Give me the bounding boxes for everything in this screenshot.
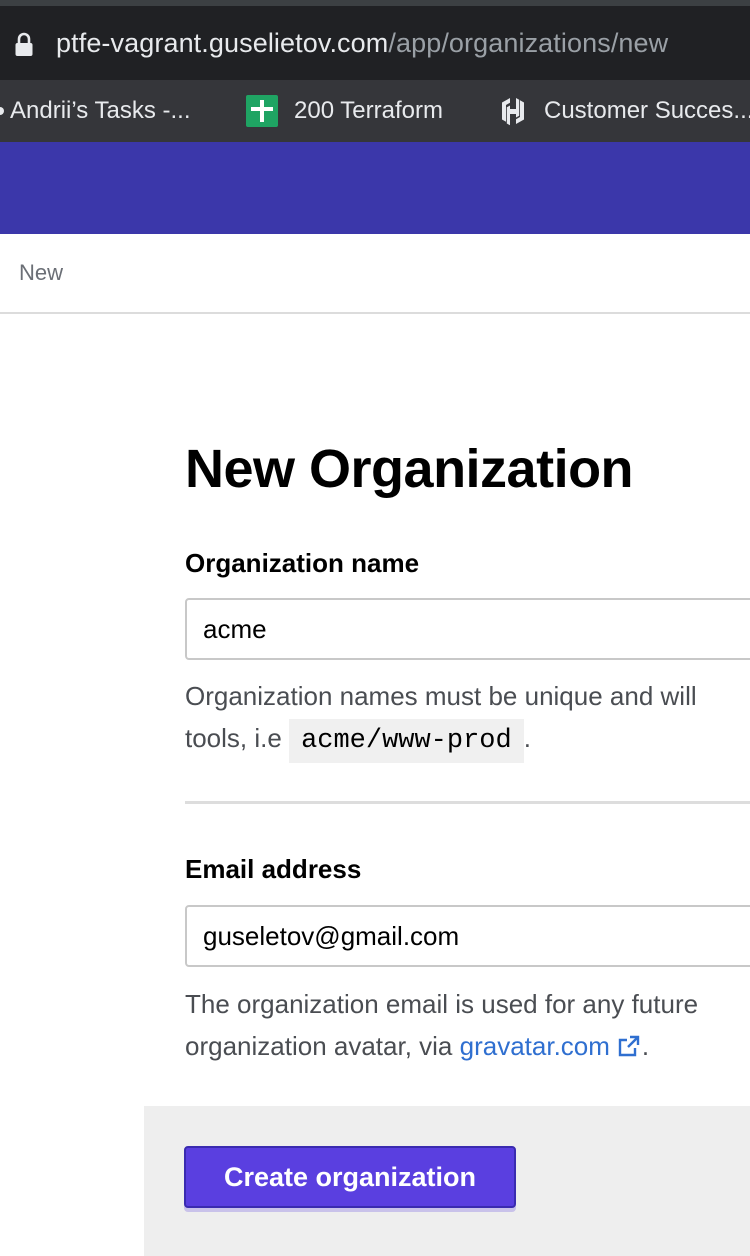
create-organization-button[interactable]: Create organization xyxy=(184,1146,516,1208)
url-path: /app/organizations/new xyxy=(388,28,669,58)
lock-icon xyxy=(15,32,33,56)
org-name-label: Organization name xyxy=(185,548,420,578)
gravatar-link-label: gravatar.com xyxy=(459,1031,610,1061)
bullet-icon xyxy=(0,107,4,115)
org-name-input[interactable] xyxy=(185,598,750,660)
email-help: The organization email is used for any f… xyxy=(185,983,750,1067)
browser-address-bar[interactable]: ptfe-vagrant.guselietov.com/app/organiza… xyxy=(0,0,750,80)
page-title: New Organization xyxy=(185,439,634,499)
url-host: ptfe-vagrant.guselietov.com xyxy=(56,28,389,58)
email-input[interactable] xyxy=(185,905,750,967)
breadcrumb-new[interactable]: New xyxy=(19,260,63,286)
help-text: . xyxy=(641,1031,650,1061)
bookmark-customer-success[interactable]: Customer Succes... xyxy=(500,80,750,142)
help-text: organization avatar, via xyxy=(185,1031,460,1061)
subnav: New xyxy=(0,234,750,314)
sheets-icon xyxy=(246,95,278,127)
external-link-icon xyxy=(618,1035,640,1057)
bookmark-label: 200 Terraform xyxy=(294,97,443,124)
help-text: The organization email is used for any f… xyxy=(185,989,699,1019)
bookmark-label: Customer Succes... xyxy=(544,97,750,124)
bookmarks-bar: Andrii’s Tasks -... 200 Terraform Custom… xyxy=(0,80,750,142)
app-header xyxy=(0,142,750,234)
section-divider xyxy=(185,801,750,804)
bookmark-andrii-tasks[interactable]: Andrii’s Tasks -... xyxy=(0,80,191,142)
help-text: tools, i.e xyxy=(185,723,290,753)
gravatar-link[interactable]: gravatar.com xyxy=(460,1031,642,1061)
code-example: acme/www-prod xyxy=(289,719,524,763)
bookmark-label: Andrii’s Tasks -... xyxy=(10,97,191,124)
bookmark-200-terraform[interactable]: 200 Terraform xyxy=(246,80,443,142)
email-label: Email address xyxy=(185,854,362,884)
help-text: Organization names must be unique and wi… xyxy=(185,681,697,711)
hashicorp-icon xyxy=(502,98,524,126)
org-name-help: Organization names must be unique and wi… xyxy=(185,675,750,763)
url-text[interactable]: ptfe-vagrant.guselietov.com/app/organiza… xyxy=(56,28,668,59)
help-text: . xyxy=(523,723,531,753)
